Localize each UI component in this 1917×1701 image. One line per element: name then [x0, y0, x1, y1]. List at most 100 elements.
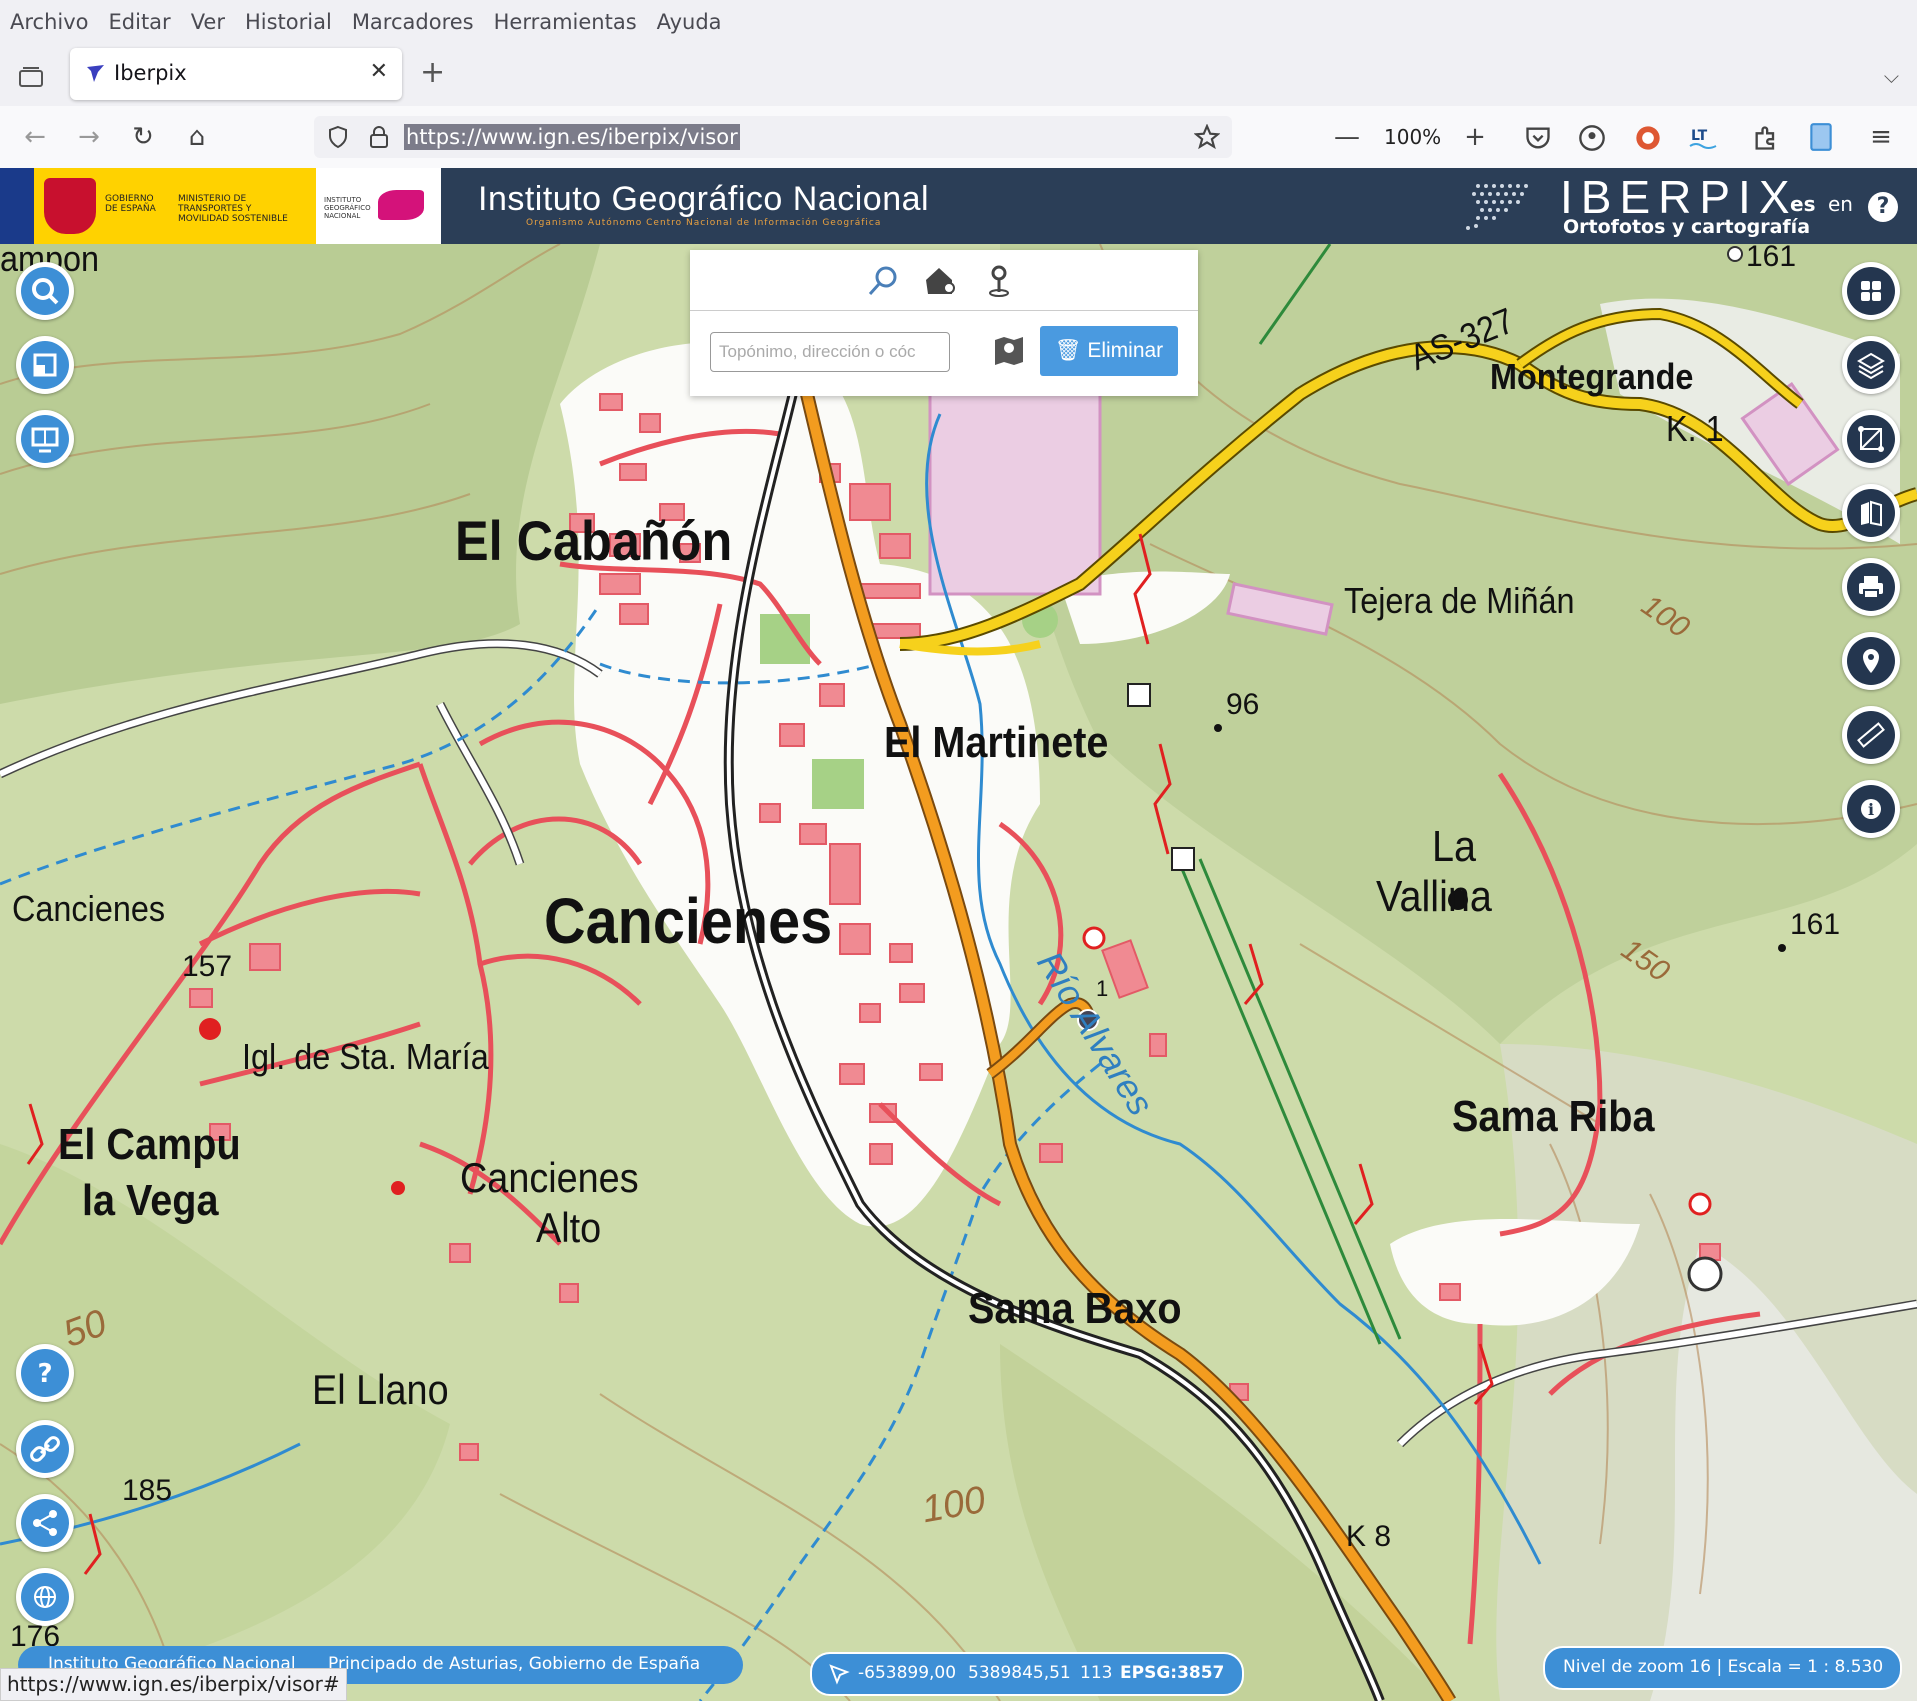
label-cancienes-alto-1: Cancienes: [460, 1154, 639, 1201]
navigation-bar: ← → ↻ ⌂ https://www.ign.es/iberpix/visor…: [0, 106, 1917, 169]
new-tab-button[interactable]: +: [420, 58, 445, 88]
location-info-button[interactable]: [1842, 632, 1900, 690]
menu-historial[interactable]: Historial: [245, 10, 332, 34]
print-button[interactable]: [1842, 558, 1900, 616]
menu-ayuda[interactable]: Ayuda: [657, 10, 722, 34]
cursor-icon: [829, 1664, 850, 1685]
elevation-96: 96: [1226, 688, 1260, 721]
label-iglesia-santa-maria: Igl. de Sta. María: [242, 1036, 489, 1077]
share-button[interactable]: [16, 1494, 74, 1552]
map-marker-label[interactable]: 1: [1096, 976, 1108, 1002]
site-header: GOBIERNO DE ESPAÑA MINISTERIO DE TRANSPO…: [0, 168, 1917, 244]
ign-subtitle: Organismo Autónomo Centro Nacional de In…: [526, 218, 882, 228]
iberpix-favicon-icon: [87, 65, 104, 82]
zoom-out-button[interactable]: —: [1332, 122, 1362, 152]
languagetool-icon[interactable]: LT: [1688, 124, 1718, 152]
ign-title[interactable]: Instituto Geográfico Nacional: [478, 180, 929, 219]
reload-button[interactable]: ↻: [128, 122, 158, 152]
url-text[interactable]: https://www.ign.es/iberpix/visor: [404, 124, 740, 150]
gobierno-logo[interactable]: GOBIERNO DE ESPAÑA MINISTERIO DE TRANSPO…: [0, 168, 316, 244]
zoom-in-button[interactable]: +: [1460, 122, 1490, 152]
label-el-cabanon: El Cabañón: [455, 509, 733, 572]
search-address-icon[interactable]: [924, 264, 958, 298]
zoom-extent-button[interactable]: [16, 336, 74, 394]
home-button[interactable]: ⌂: [182, 122, 212, 152]
ruler-icon: [1857, 722, 1885, 748]
label-tejera-de-minan: Tejera de Miñán: [1344, 580, 1575, 621]
compare-icon: [1858, 426, 1884, 452]
location-pin-icon: [1863, 649, 1879, 673]
coordinate-elevation: 113: [1080, 1663, 1113, 1683]
lock-icon[interactable]: [368, 125, 390, 149]
share-icon: [33, 1510, 57, 1536]
tab-iberpix[interactable]: Iberpix ✕: [70, 48, 402, 100]
svg-text:i: i: [1868, 800, 1874, 819]
feature-info-button[interactable]: i: [1842, 780, 1900, 838]
globe-icon: [34, 1586, 56, 1608]
zoom-search-button[interactable]: [16, 262, 74, 320]
monitor-icon: [31, 427, 59, 453]
label-el-llano: El Llano: [312, 1366, 449, 1413]
shield-icon[interactable]: [326, 125, 350, 149]
extensions-icon[interactable]: [1752, 124, 1780, 152]
menu-marcadores[interactable]: Marcadores: [352, 10, 474, 34]
header-help-icon[interactable]: ?: [1868, 192, 1898, 222]
label-el-campu: El Campu: [58, 1120, 241, 1169]
zoom-level[interactable]: 100%: [1384, 125, 1441, 149]
bookmark-star-icon[interactable]: [1194, 124, 1220, 150]
tab-bar: Iberpix ✕ + ⌵: [0, 44, 1917, 106]
back-button[interactable]: ←: [20, 122, 50, 152]
label-sama-baxo: Sama Baxo: [968, 1284, 1182, 1333]
svg-text:LT: LT: [1691, 128, 1708, 144]
tab-close-icon[interactable]: ✕: [370, 59, 388, 84]
tab-list-icon[interactable]: [18, 66, 44, 92]
app-menu-button[interactable]: ≡: [1866, 122, 1896, 152]
search-input[interactable]: [710, 332, 950, 372]
layers-button[interactable]: [1842, 336, 1900, 394]
tab-title: Iberpix: [114, 61, 187, 85]
menu-herramientas[interactable]: Herramientas: [494, 10, 637, 34]
map-book-icon: [1861, 500, 1882, 527]
cnig-logo[interactable]: INSTITUTO GEOGRÁFICO NACIONAL: [316, 168, 441, 244]
link-button[interactable]: [16, 1420, 74, 1478]
label-el-martinete: El Martinete: [884, 718, 1109, 767]
background-map-button[interactable]: [16, 410, 74, 468]
apps-button[interactable]: [1842, 262, 1900, 320]
tab-overflow-icon[interactable]: ⌵: [1884, 64, 1899, 88]
url-bar[interactable]: https://www.ign.es/iberpix/visor: [314, 116, 1232, 158]
search-coordinates-icon[interactable]: [982, 264, 1016, 298]
menu-editar[interactable]: Editar: [109, 10, 171, 34]
menu-bar: Archivo Editar Ver Historial Marcadores …: [0, 0, 1917, 44]
search-location-icon[interactable]: [866, 264, 900, 298]
account-icon[interactable]: [1578, 124, 1606, 152]
menu-ver[interactable]: Ver: [191, 10, 225, 34]
gobierno-text: GOBIERNO DE ESPAÑA: [105, 194, 156, 214]
document-icon[interactable]: [1808, 122, 1834, 152]
question-icon: ?: [37, 1359, 52, 1389]
language-es-link[interactable]: es: [1790, 192, 1815, 216]
delete-button[interactable]: 🗑 Eliminar: [1040, 326, 1178, 376]
measure-button[interactable]: [1842, 706, 1900, 764]
map-search-icon[interactable]: [992, 334, 1026, 368]
map-book-button[interactable]: [1842, 484, 1900, 542]
label-sama-riba: Sama Riba: [1452, 1092, 1655, 1141]
menu-archivo[interactable]: Archivo: [10, 10, 89, 34]
forward-button[interactable]: →: [74, 122, 104, 152]
attribution-asturias[interactable]: Principado de Asturias, Gobierno de Espa…: [328, 1654, 700, 1674]
compare-button[interactable]: [1842, 410, 1900, 468]
map-canvas[interactable]: ampon El Cabañón El Martinete Cancienes …: [0, 244, 1917, 1701]
duckduckgo-extension-icon[interactable]: [1634, 124, 1662, 152]
scale-bar: Nivel de zoom 16 | Escala = 1 : 8.530: [1543, 1646, 1902, 1690]
search-panel: 🗑 Eliminar: [690, 250, 1198, 396]
language-en-link[interactable]: en: [1828, 192, 1853, 216]
info-icon: i: [1861, 799, 1881, 819]
label-cancienes: Cancienes: [544, 885, 833, 957]
label-cancienes-west: Cancienes: [12, 888, 166, 929]
layers-icon: [1857, 352, 1885, 380]
help-button[interactable]: ?: [16, 1344, 74, 1402]
epsg-code[interactable]: EPSG:3857: [1120, 1663, 1224, 1683]
ministerio-text: MINISTERIO DE TRANSPORTES Y MOVILIDAD SO…: [178, 194, 288, 224]
pocket-icon[interactable]: [1524, 124, 1552, 152]
eu-flag-icon: [0, 168, 34, 244]
globe-button[interactable]: [16, 1568, 74, 1626]
